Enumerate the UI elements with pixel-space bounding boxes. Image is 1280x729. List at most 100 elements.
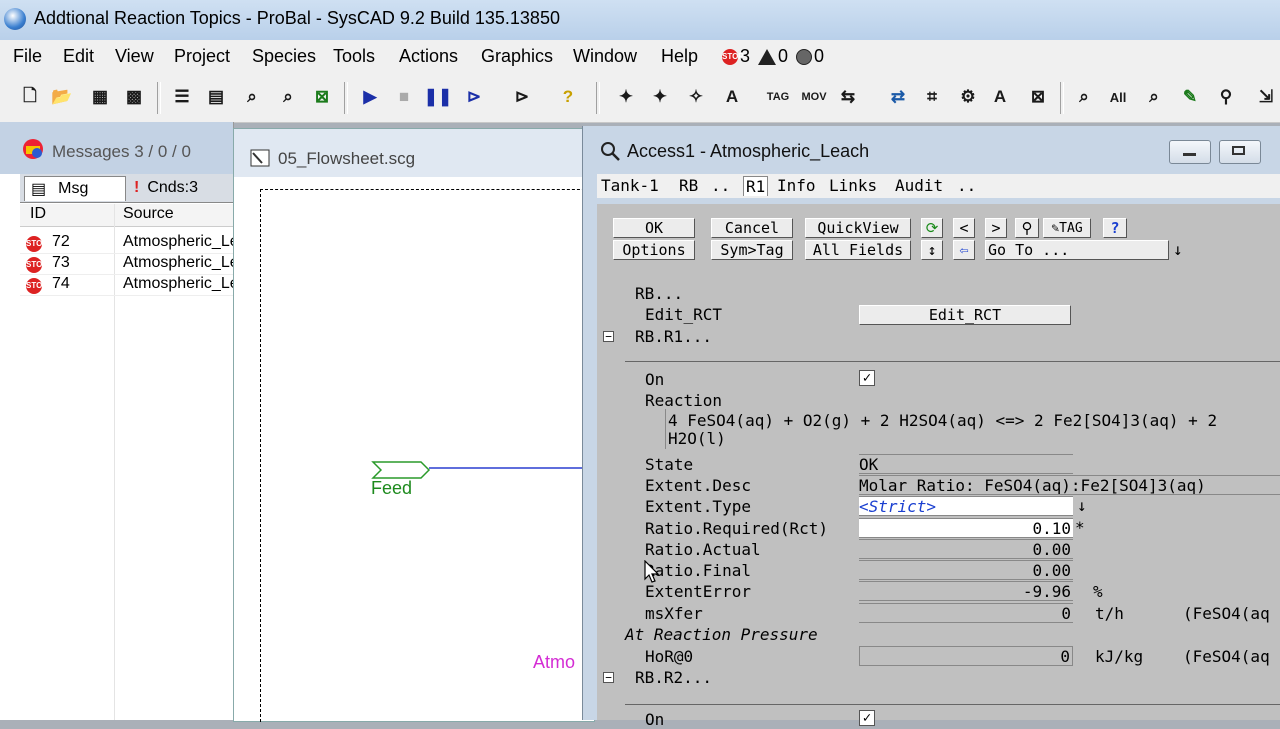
menu-tools[interactable]: Tools xyxy=(333,46,375,67)
sort-icon[interactable]: ↕ xyxy=(921,240,943,260)
rb-label[interactable]: RB... xyxy=(635,284,683,303)
goto-dropdown-arrow-icon[interactable]: ↓ xyxy=(1173,240,1183,259)
move-icon[interactable]: MOV xyxy=(800,83,828,111)
message-source: Atmospheric_Leach xyxy=(123,254,233,271)
pressure-header: At Reaction Pressure xyxy=(625,625,818,644)
menu-graphics[interactable]: Graphics xyxy=(481,46,553,67)
options-button[interactable]: Options xyxy=(613,240,695,260)
reaction-box[interactable]: 4 FeSO4(aq) + O2(g) + 2 H2SO4(aq) <=> 2 … xyxy=(665,409,1280,449)
tab-tank[interactable]: Tank-1 xyxy=(601,176,659,195)
msxfer-basis[interactable]: (FeSO4(aq xyxy=(1183,604,1270,623)
ok-button[interactable]: OK xyxy=(613,218,695,238)
menu-file[interactable]: File xyxy=(13,46,42,67)
zoom-all-icon[interactable]: All xyxy=(1104,83,1132,111)
rb-r1-label[interactable]: RB.R1... xyxy=(635,327,712,346)
sym-tag-button[interactable]: Sym>Tag xyxy=(711,240,793,260)
extent-type-dropdown-icon[interactable]: ↓ xyxy=(1077,496,1087,515)
table-row[interactable]: STOP 74 Atmospheric_Leach xyxy=(20,274,233,296)
msxfer-label: msXfer xyxy=(645,604,703,623)
extent-type-select[interactable]: <Strict> xyxy=(859,496,1073,516)
feed-unit[interactable] xyxy=(371,461,431,479)
col-source-header[interactable]: Source xyxy=(123,205,174,223)
next-button[interactable]: > xyxy=(985,218,1007,238)
config-icon[interactable]: ⚙ xyxy=(954,83,982,111)
solve-icon[interactable]: ⊳ xyxy=(508,83,536,111)
binoculars-icon[interactable]: ⚲ xyxy=(1212,83,1240,111)
tab-r1[interactable]: R1 xyxy=(743,176,769,196)
tag-icon[interactable]: TAG xyxy=(764,83,792,111)
annotate-icon[interactable]: A xyxy=(986,83,1014,111)
collapse-r2-icon[interactable]: − xyxy=(603,672,614,683)
table-row[interactable]: STOP 72 Atmospheric_Leach xyxy=(20,232,233,254)
menu-actions[interactable]: Actions xyxy=(399,46,458,67)
tree-icon[interactable]: ☰ xyxy=(168,83,196,111)
refresh-icon[interactable]: ⟳ xyxy=(921,218,943,238)
save-all-icon[interactable]: ▦ xyxy=(86,83,114,111)
menu-species[interactable]: Species xyxy=(252,46,316,67)
more-icon[interactable]: ⇲ xyxy=(1252,83,1280,111)
tab-rb[interactable]: RB xyxy=(679,176,698,195)
menu-help[interactable]: Help xyxy=(661,46,698,67)
previous-button[interactable]: < xyxy=(953,218,975,238)
menu-window[interactable]: Window xyxy=(573,46,637,67)
tab-dots-1[interactable]: .. xyxy=(711,176,730,195)
status-counts[interactable]: STOP 3 0 0 xyxy=(722,46,824,67)
flowsheet-canvas[interactable]: Feed Atmo xyxy=(260,189,595,722)
zoom-in-icon[interactable]: ⌕ xyxy=(1140,83,1168,111)
quickview-button[interactable]: QuickView xyxy=(805,218,911,238)
help-icon[interactable]: ? xyxy=(554,83,582,111)
tag-button[interactable]: ✎ TAG xyxy=(1043,218,1091,238)
menu-project[interactable]: Project xyxy=(174,46,230,67)
msxfer-unit[interactable]: t/h xyxy=(1095,604,1124,623)
zoom-icon[interactable]: ⌕ xyxy=(1070,83,1098,111)
on-checkbox[interactable]: ✓ xyxy=(859,370,875,386)
cancel-button[interactable]: Cancel xyxy=(711,218,793,238)
all-fields-button[interactable]: All Fields xyxy=(805,240,911,260)
tab-cnds[interactable]: ! Cnds:3 xyxy=(130,176,230,200)
insert-link-icon[interactable]: ✦ xyxy=(646,83,674,111)
menu-edit[interactable]: Edit xyxy=(63,46,94,67)
tab-dots-2[interactable]: .. xyxy=(957,176,976,195)
insert-symbol-icon[interactable]: ✧ xyxy=(682,83,710,111)
step-icon[interactable]: ⊳ xyxy=(460,83,488,111)
edit-icon[interactable]: ✎ xyxy=(1176,83,1204,111)
rb-r2-label[interactable]: RB.R2... xyxy=(635,668,712,687)
explore-icon[interactable]: ⌕ xyxy=(238,83,266,111)
table-icon[interactable]: ▤ xyxy=(202,83,230,111)
excel-icon[interactable]: ⊠ xyxy=(308,83,336,111)
pause-icon[interactable]: ❚❚ xyxy=(424,83,453,111)
ratio-required-input[interactable]: 0.10 xyxy=(859,518,1073,538)
open-folder-icon[interactable]: 📂 xyxy=(48,83,76,111)
align-icon[interactable]: ⇆ xyxy=(834,83,862,111)
insert-unit-icon[interactable]: ✦ xyxy=(612,83,640,111)
flowsheet-icon xyxy=(250,149,270,167)
resize-icon[interactable]: ⌗ xyxy=(918,83,946,111)
find-icon[interactable]: ⌕ xyxy=(274,83,302,111)
tab-msg[interactable]: ▤ Msg xyxy=(24,176,126,201)
hor-basis[interactable]: (FeSO4(aq xyxy=(1183,647,1270,666)
tab-audit[interactable]: Audit xyxy=(895,176,943,195)
goto-dropdown[interactable]: Go To ... xyxy=(985,240,1169,260)
edit-rct-button[interactable]: Edit_RCT xyxy=(859,305,1071,325)
text-icon[interactable]: A xyxy=(718,83,746,111)
ratio-actual-value: 0.00 xyxy=(859,539,1073,559)
collapse-r1-icon[interactable]: − xyxy=(603,331,614,342)
graphic-icon[interactable]: ⊠ xyxy=(1024,83,1052,111)
table-row[interactable]: STOP 73 Atmospheric_Leach xyxy=(20,253,233,275)
col-id-header[interactable]: ID xyxy=(30,205,46,223)
back-arrow-icon[interactable]: ⇦ xyxy=(953,240,975,260)
maximize-button[interactable] xyxy=(1219,140,1261,164)
tab-info[interactable]: Info xyxy=(777,176,816,195)
hor-unit[interactable]: kJ/kg xyxy=(1095,647,1143,666)
minimize-button[interactable] xyxy=(1169,140,1211,164)
swap-icon[interactable]: ⇄ xyxy=(884,83,912,111)
help-button[interactable]: ? xyxy=(1103,218,1127,238)
tab-links[interactable]: Links xyxy=(829,176,877,195)
run-icon[interactable]: ▶ xyxy=(356,83,384,111)
stop-icon[interactable]: ■ xyxy=(390,83,418,111)
on2-checkbox[interactable]: ✓ xyxy=(859,710,875,726)
binoculars-icon[interactable]: ⚲ xyxy=(1015,218,1039,238)
new-file-icon[interactable]: 🗋 xyxy=(16,83,44,111)
menu-view[interactable]: View xyxy=(115,46,154,67)
project-icon[interactable]: ▩ xyxy=(120,83,148,111)
